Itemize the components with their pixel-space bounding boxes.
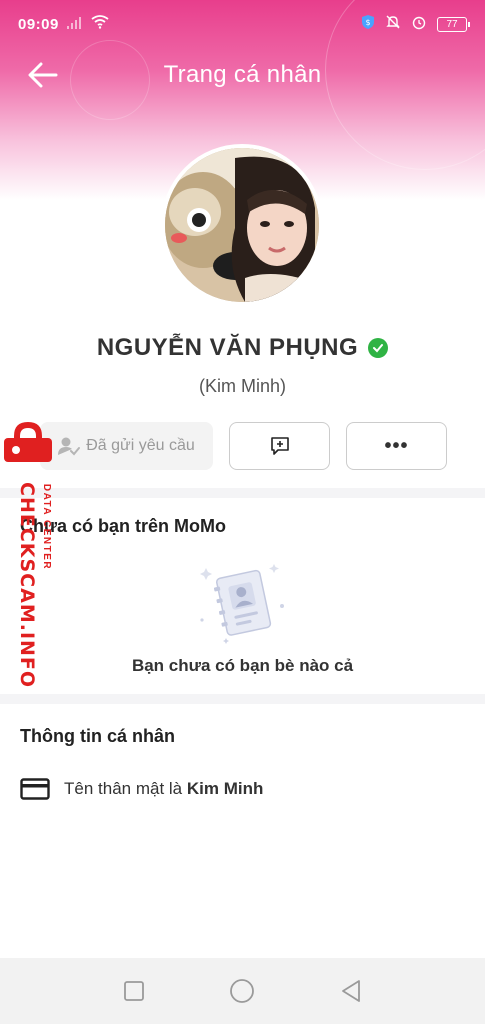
more-options-button[interactable]: •••	[346, 422, 447, 470]
personal-info-title: Thông tin cá nhân	[20, 726, 175, 746]
profile-name: NGUYỄN VĂN PHỤNG	[96, 334, 359, 361]
lock-icon	[4, 422, 52, 462]
profile-name-row: NGUYỄN VĂN PHỤNG	[0, 330, 485, 366]
more-dots-icon: •••	[384, 434, 409, 457]
watermark-tagline: DATA CENTER	[41, 483, 52, 571]
circle-icon	[230, 979, 255, 1003]
status-time: 09:09	[18, 15, 59, 33]
profile-nickname: (Kim Minh)	[198, 376, 286, 396]
nickname-info-row: Tên thân mật là Kim Minh	[20, 778, 263, 800]
section-divider	[0, 694, 485, 704]
back-button[interactable]	[26, 60, 60, 90]
verified-check-icon	[368, 338, 389, 358]
wifi-icon	[91, 15, 109, 33]
chat-plus-icon	[270, 437, 289, 455]
signal-icon	[66, 16, 83, 33]
svg-text:$: $	[365, 18, 370, 27]
section-divider	[0, 488, 485, 498]
home-button[interactable]	[227, 976, 257, 1006]
friend-request-label: Đã gửi yêu cầu	[86, 437, 195, 454]
watermark-brand: CHECKSCAM.INFO	[16, 482, 38, 689]
system-back-button[interactable]	[336, 976, 366, 1006]
page-title: Trang cá nhân	[163, 61, 322, 88]
empty-friends-text: Bạn chưa có bạn bè nào cả	[131, 656, 354, 675]
chat-button[interactable]	[229, 422, 330, 470]
triangle-back-icon	[341, 980, 360, 1002]
user-check-icon	[58, 437, 81, 456]
battery-icon: 77	[437, 16, 470, 32]
nickname-info-prefix: Tên thân mật là	[64, 779, 183, 798]
bell-off-icon	[385, 14, 401, 34]
system-nav-bar	[0, 958, 485, 1024]
alarm-icon	[411, 14, 427, 34]
avatar[interactable]	[161, 144, 323, 306]
nickname-info-value: Kim Minh	[186, 779, 264, 798]
card-icon	[20, 778, 50, 800]
square-icon	[124, 981, 145, 1001]
recents-button[interactable]	[119, 976, 149, 1006]
profile-actions: Đã gửi yêu cầu •••	[0, 422, 485, 470]
status-bar: 09:09 $ 77	[0, 0, 485, 48]
friend-request-sent-button[interactable]: Đã gửi yêu cầu	[40, 422, 213, 470]
title-bar: Trang cá nhân	[0, 52, 485, 98]
shield-icon: $	[361, 14, 375, 34]
back-arrow-icon	[28, 62, 58, 88]
watermark: DATA CENTER CHECKSCAM.INFO	[2, 420, 52, 688]
contact-book-icon	[196, 560, 290, 650]
